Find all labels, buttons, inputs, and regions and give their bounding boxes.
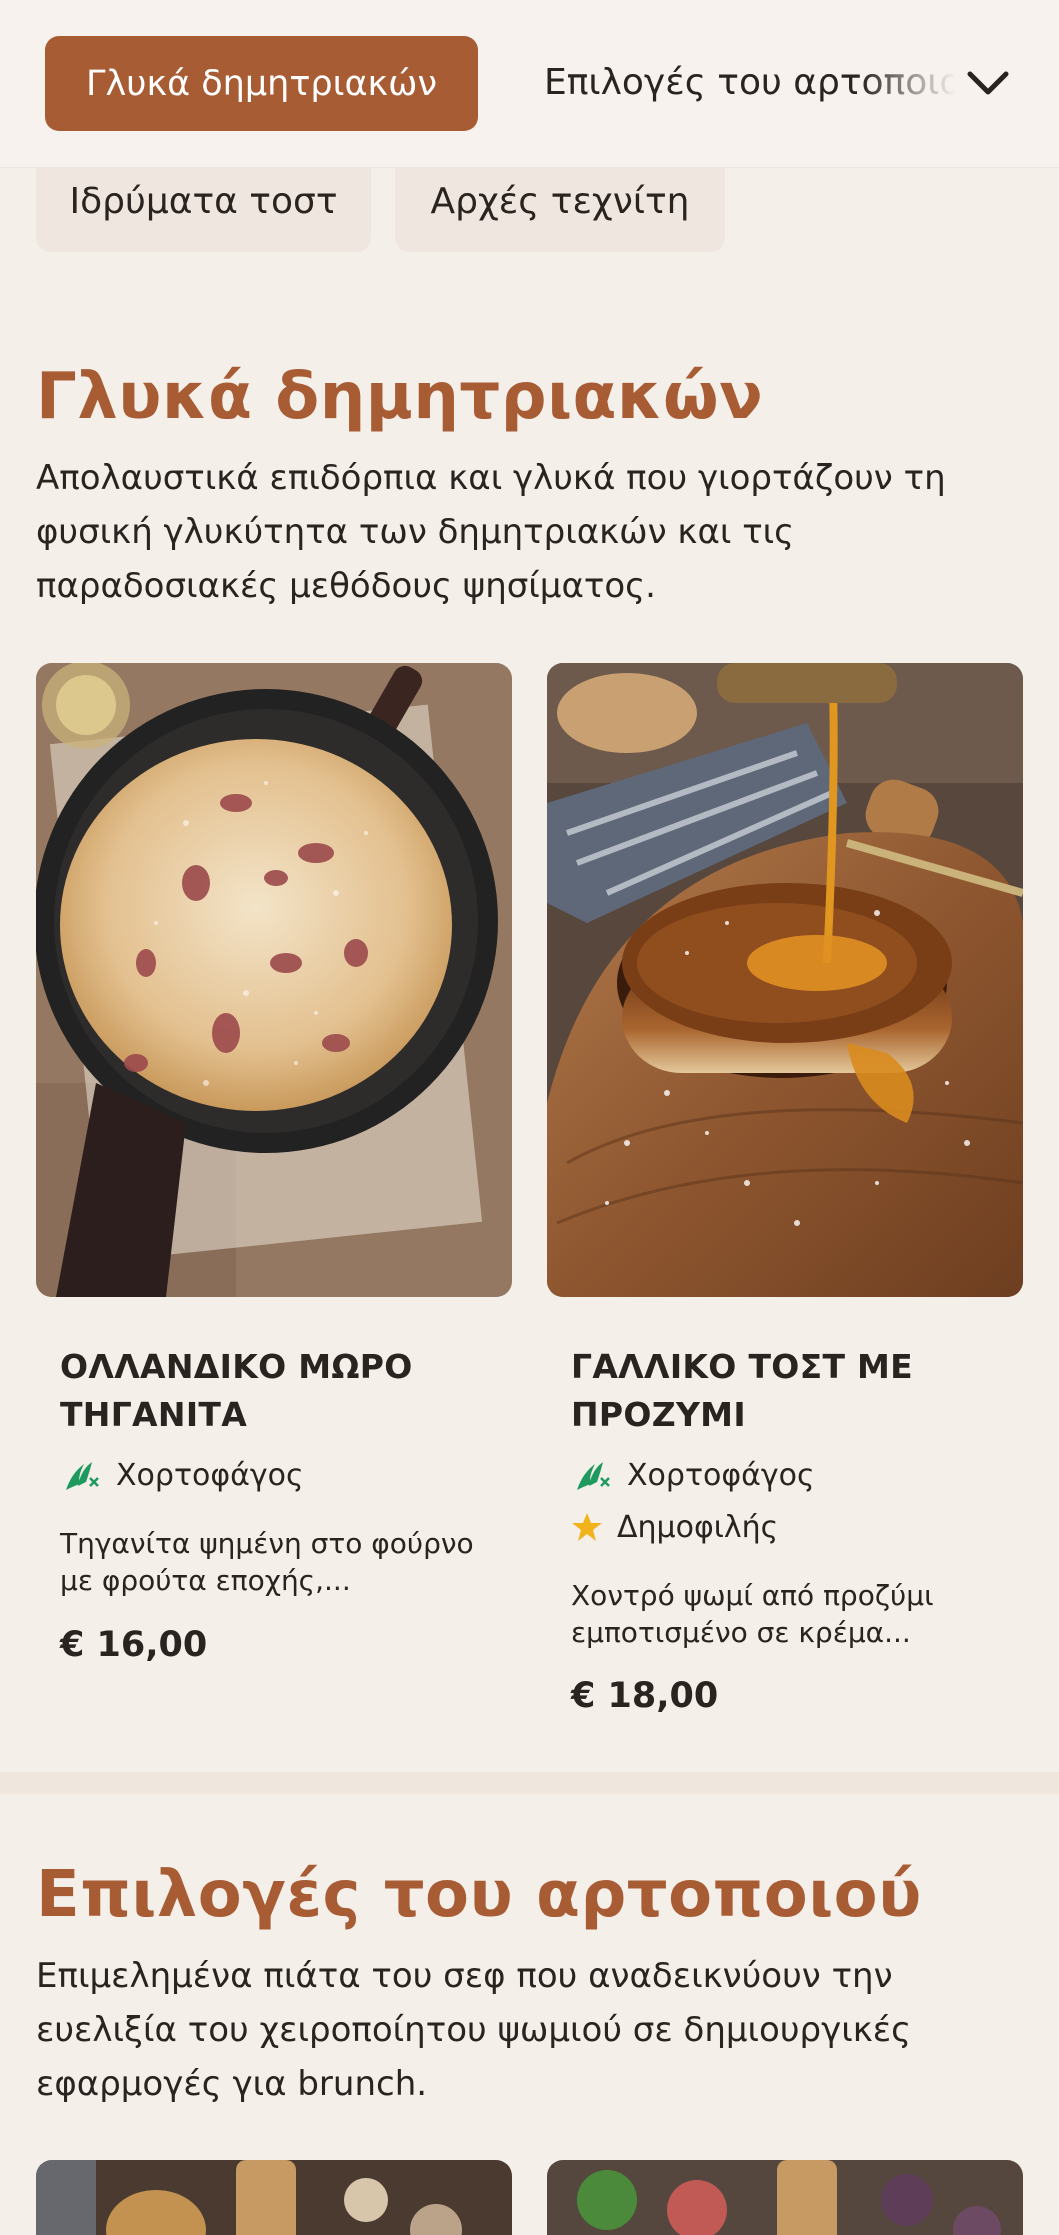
- menu-item-description: Τηγανίτα ψημένη στο φούρνο με φρούτα επο…: [60, 1527, 474, 1597]
- section-description: Επιμελημένα πιάτα του σεφ που αναδεικνύο…: [36, 1956, 912, 2104]
- menu-item-card[interactable]: ΟΛΛΑΝΔΙΚΟ ΜΩΡΟ ΤΗΓΑΝΙΤΑ Χορτοφάγος Τηγαν…: [36, 663, 512, 1665]
- badge-label: Δημοφιλής: [617, 1509, 779, 1545]
- menu-item-card[interactable]: ΓΑΛΛΙΚΟ ΤΟΣΤ ΜΕ ΠΡΟΖΥΜΙ Χορτοφάγος Δημοφ…: [547, 663, 1023, 1716]
- badge-label: Χορτοφάγος: [116, 1457, 304, 1493]
- section-description: Απολαυστικά επιδόρπια και γλυκά που γιορ…: [36, 458, 946, 606]
- chevron-down-icon[interactable]: [960, 58, 1016, 108]
- section-title: Επιλογές του αρτοποιού: [36, 1858, 922, 1932]
- popular-badge: Δημοφιλής: [571, 1505, 778, 1549]
- menu-item-description: Χοντρό ψωμί από προζύμι εμποτισμένο σε κ…: [571, 1579, 934, 1649]
- vegetarian-icon: [571, 1453, 615, 1497]
- menu-item-image[interactable]: [547, 2160, 1023, 2235]
- star-icon: [571, 1505, 603, 1549]
- menu-item-name: ΓΑΛΛΙΚΟ ΤΟΣΤ ΜΕ ΠΡΟΖΥΜΙ: [571, 1347, 914, 1434]
- vegetarian-icon: [60, 1453, 104, 1497]
- sourdough-french-toast-image: [547, 663, 1023, 1297]
- menu-item-price: € 16,00: [60, 1625, 208, 1665]
- section-title: Γλυκά δημητριακών: [36, 360, 764, 434]
- vegetarian-badge: Χορτοφάγος: [571, 1453, 815, 1497]
- menu-item-name: ΟΛΛΑΝΔΙΚΟ ΜΩΡΟ ΤΗΓΑΝΙΤΑ: [60, 1347, 413, 1434]
- section-divider: [0, 1772, 1059, 1794]
- dutch-baby-pancake-image: [36, 663, 512, 1297]
- category-nav-bar: Γλυκά δημητριακών Επιλογές του αρτοποιού: [0, 0, 1059, 168]
- menu-item-price: € 18,00: [571, 1676, 719, 1716]
- menu-item-image[interactable]: [36, 2160, 512, 2235]
- vegetarian-badge: Χορτοφάγος: [60, 1453, 304, 1497]
- tab-sweet-cereals[interactable]: Γλυκά δημητριακών: [45, 36, 478, 131]
- badge-label: Χορτοφάγος: [627, 1457, 815, 1493]
